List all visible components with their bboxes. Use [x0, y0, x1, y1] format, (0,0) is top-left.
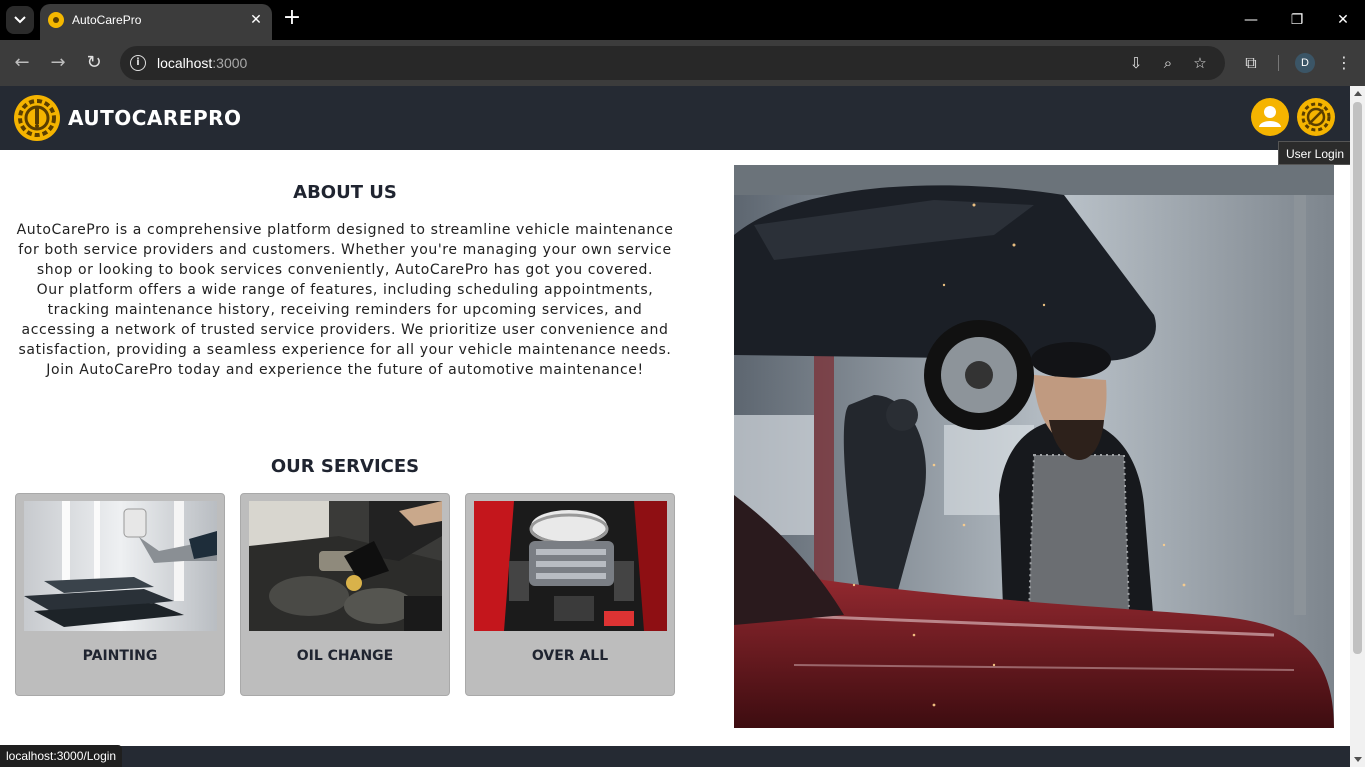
about-paragraph: AutoCarePro is a comprehensive platform … [16, 222, 674, 278]
hero-garage-image [734, 165, 1334, 728]
user-icon [1259, 106, 1281, 127]
about-text: AutoCarePro is a comprehensive platform … [12, 220, 678, 380]
zoom-icon[interactable]: ⌕ [1158, 53, 1178, 73]
restore-icon[interactable]: ❐ [1274, 0, 1320, 40]
gear-icon [1301, 102, 1331, 132]
scroll-down-icon[interactable] [1354, 757, 1362, 762]
status-bar-url: localhost:3000/Login [0, 745, 123, 767]
service-label-over-all: OVER ALL [531, 648, 609, 664]
service-label-painting: PAINTING [82, 648, 158, 664]
scroll-thumb[interactable] [1353, 102, 1362, 654]
brand-name[interactable]: AUTOCAREPRO [68, 106, 242, 130]
install-app-icon[interactable]: ⇩ [1126, 53, 1146, 73]
minimize-icon[interactable]: — [1228, 0, 1274, 40]
back-icon[interactable]: ← [8, 49, 36, 77]
extensions-icon[interactable]: ⧉ [1240, 52, 1262, 74]
brand-logo-icon[interactable] [14, 95, 60, 141]
browser-tabstrip: AutoCarePro ✕ + — ❐ ✕ [0, 0, 1365, 40]
browser-tab[interactable]: AutoCarePro ✕ [40, 4, 272, 40]
site-info-icon[interactable]: i [130, 55, 146, 71]
oil-change-image [249, 501, 442, 631]
service-card-oil-change[interactable]: OIL CHANGE [240, 493, 450, 696]
painting-image [24, 501, 217, 631]
admin-login-button[interactable] [1297, 98, 1335, 136]
more-menu-icon[interactable]: ⋮ [1333, 52, 1355, 74]
reload-icon[interactable]: ↻ [80, 49, 108, 77]
about-paragraph: Our platform offers a wide range of feat… [18, 282, 672, 358]
about-paragraph: Join AutoCarePro today and experience th… [46, 362, 644, 378]
browser-toolbar: ← → ↻ i localhost:3000 ⇩ ⌕ ☆ ⧉ D ⋮ [0, 40, 1365, 86]
engine-image [474, 501, 667, 631]
forward-icon[interactable]: → [44, 49, 72, 77]
url-text[interactable]: localhost:3000 [157, 55, 247, 71]
site-header: AUTOCAREPRO [0, 86, 1350, 150]
address-bar[interactable]: i localhost:3000 ⇩ ⌕ ☆ [120, 46, 1225, 80]
close-tab-icon[interactable]: ✕ [248, 12, 264, 28]
window-close-icon[interactable]: ✕ [1320, 0, 1365, 40]
scroll-up-icon[interactable] [1354, 91, 1362, 96]
toolbar-separator [1278, 55, 1279, 71]
bookmark-star-icon[interactable]: ☆ [1190, 53, 1210, 73]
services-title: OUR SERVICES [270, 456, 420, 477]
about-title: ABOUT US [293, 182, 397, 203]
service-label-oil-change: OIL CHANGE [296, 648, 394, 664]
favicon-icon [48, 12, 64, 28]
service-card-over-all[interactable]: OVER ALL [465, 493, 675, 696]
service-card-painting[interactable]: PAINTING [15, 493, 225, 696]
user-login-tooltip: User Login [1278, 141, 1350, 165]
page-scrollbar[interactable] [1350, 86, 1365, 767]
user-login-button[interactable] [1251, 98, 1289, 136]
chevron-down-icon [14, 16, 26, 24]
profile-avatar[interactable]: D [1295, 53, 1315, 73]
page-content: AUTOCAREPRO User Login ABOUT US AutoCare… [0, 86, 1350, 767]
tab-search-button[interactable] [6, 6, 34, 34]
site-footer [0, 746, 1350, 767]
new-tab-icon[interactable]: + [282, 7, 302, 29]
tab-title: AutoCarePro [72, 13, 142, 27]
